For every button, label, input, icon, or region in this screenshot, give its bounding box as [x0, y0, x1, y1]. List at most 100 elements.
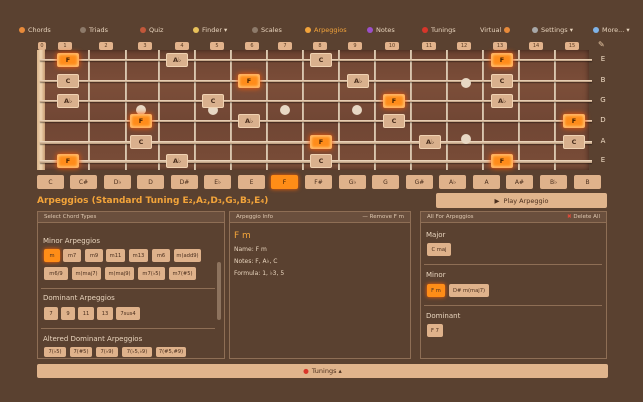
fret-wire [554, 50, 556, 170]
saved-chord-chip-selected[interactable]: F m [427, 284, 445, 297]
nav-triads[interactable]: Triads [80, 22, 108, 38]
fretboard-note[interactable]: F [238, 74, 260, 88]
fretboard-note[interactable]: C [491, 74, 513, 88]
nav-chords[interactable]: Chords [19, 22, 51, 38]
chord-type-chip[interactable]: m(maj9) [105, 267, 134, 280]
fretboard-note[interactable]: F [57, 154, 79, 168]
virtual-guitar-icon [504, 27, 511, 33]
fretboard-note[interactable]: F [383, 94, 405, 108]
info-name: Name: F m [234, 246, 267, 253]
fretboard-note[interactable]: F [130, 114, 152, 128]
chord-type-chip[interactable]: m6 [152, 249, 170, 262]
chord-type-chip[interactable]: m7(♭5) [138, 267, 165, 280]
key-button[interactable]: A [473, 175, 500, 189]
nav-settings[interactable]: Settings ▾ [532, 22, 573, 38]
key-button[interactable]: B♭ [540, 175, 567, 189]
chord-type-chip[interactable]: 7 [44, 307, 58, 320]
chord-type-chip[interactable]: 13 [97, 307, 113, 320]
chord-type-chip[interactable]: m7 [63, 249, 81, 262]
nav-notes[interactable]: Notes [367, 22, 395, 38]
nav-virtual[interactable]: Virtual [480, 22, 511, 38]
fret-wire [302, 50, 304, 170]
chord-type-chip[interactable]: m7(#5) [169, 267, 196, 280]
chord-type-chip[interactable]: 7(#5) [70, 347, 92, 357]
nav-scales[interactable]: Scales [252, 22, 282, 38]
saved-chord-chip[interactable]: C maj [427, 243, 451, 256]
fretboard-note[interactable]: C [563, 135, 585, 149]
chord-type-chip[interactable]: m(maj7) [72, 267, 101, 280]
pencil-icon[interactable]: ✎ [598, 40, 605, 49]
key-button[interactable]: D [137, 175, 164, 189]
chord-type-chip[interactable]: 7sus4 [116, 307, 140, 320]
sparkle-icon [593, 27, 599, 33]
fretboard-note[interactable]: C [383, 114, 405, 128]
chord-type-chip[interactable]: m13 [129, 249, 148, 262]
nav-finder[interactable]: Finder ▾ [193, 22, 227, 38]
key-button-selected[interactable]: F [271, 175, 298, 189]
key-button[interactable]: A# [506, 175, 533, 189]
chord-type-chip[interactable]: m9 [85, 249, 103, 262]
play-arpeggio-button[interactable]: ▶ Play Arpeggio [436, 193, 607, 208]
nav-more[interactable]: More... ▾ [593, 22, 630, 38]
fretboard-note[interactable]: A♭ [491, 94, 513, 108]
key-button[interactable]: A♭ [439, 175, 466, 189]
key-button[interactable]: D♭ [104, 175, 131, 189]
chord-type-chip[interactable]: 9 [61, 307, 75, 320]
fret-inlay [352, 105, 362, 115]
key-button[interactable]: C [37, 175, 64, 189]
nav-arpeggios[interactable]: Arpeggios [305, 22, 347, 38]
tuning-icon: ● [303, 367, 309, 375]
arpeggio-info-panel: Arpeggio Info — Remove F m [229, 211, 411, 359]
fretboard-note[interactable]: F [491, 53, 513, 67]
remove-chord-button[interactable]: — Remove F m [362, 214, 404, 220]
fretboard-note[interactable]: A♭ [166, 154, 188, 168]
bulb-icon [193, 27, 199, 33]
chord-type-chip[interactable]: 7(♭9) [96, 347, 118, 357]
key-button[interactable]: B [574, 175, 601, 189]
nav-tunings[interactable]: Tunings [422, 22, 456, 38]
chord-type-chip[interactable]: 11 [78, 307, 94, 320]
chord-type-chip[interactable]: m11 [106, 249, 125, 262]
fretboard-note[interactable]: A♭ [166, 53, 188, 67]
chord-type-chip[interactable]: 7(#5,#9) [156, 347, 186, 357]
chord-type-chip[interactable]: 7(♭5) [44, 347, 66, 357]
nav-quiz[interactable]: Quiz [140, 22, 163, 38]
fret-inlay [280, 105, 290, 115]
fretboard-note[interactable]: A♭ [419, 135, 441, 149]
key-button[interactable]: D# [171, 175, 198, 189]
fretboard-note[interactable]: F [491, 154, 513, 168]
fretboard-note[interactable]: C [202, 94, 224, 108]
fret-number: 4 [175, 42, 189, 50]
panel-header: Arpeggio Info — Remove F m [230, 212, 410, 223]
saved-chord-chip[interactable]: F 7 [427, 324, 443, 337]
fretboard-note[interactable]: F [563, 114, 585, 128]
saved-chord-chip[interactable]: D# m(maj7) [449, 284, 489, 297]
key-button[interactable]: F# [305, 175, 332, 189]
chord-type-chip-selected[interactable]: m [44, 249, 60, 262]
fretboard-note[interactable]: A♭ [347, 74, 369, 88]
key-button[interactable]: E♭ [204, 175, 231, 189]
key-button[interactable]: G♭ [339, 175, 366, 189]
fretboard-note[interactable]: A♭ [57, 94, 79, 108]
key-button[interactable]: E [238, 175, 265, 189]
section-title: Minor Arpeggios [43, 237, 100, 245]
fretboard-note[interactable]: C [310, 53, 332, 67]
fretboard-note[interactable]: C [310, 154, 332, 168]
fret-number: 7 [278, 42, 292, 50]
key-button[interactable]: C# [70, 175, 97, 189]
fretboard-note[interactable]: C [130, 135, 152, 149]
chord-type-chip[interactable]: m(add9) [174, 249, 201, 262]
chord-type-chip[interactable]: m6/9 [44, 267, 68, 280]
tunings-bar-button[interactable]: ● Tunings ▴ [37, 364, 608, 378]
play-icon: ▶ [494, 196, 500, 205]
fretboard-note[interactable]: A♭ [238, 114, 260, 128]
fretboard-note[interactable]: F [57, 53, 79, 67]
key-button[interactable]: G [372, 175, 399, 189]
fretboard-note[interactable]: F [310, 135, 332, 149]
scrollbar-thumb[interactable] [217, 262, 221, 320]
key-button[interactable]: G# [406, 175, 433, 189]
delete-all-button[interactable]: ✖ Delete All [567, 214, 600, 220]
chord-type-chip[interactable]: 7(♭5,♭9) [122, 347, 152, 357]
fretboard [37, 50, 589, 170]
fretboard-note[interactable]: C [57, 74, 79, 88]
